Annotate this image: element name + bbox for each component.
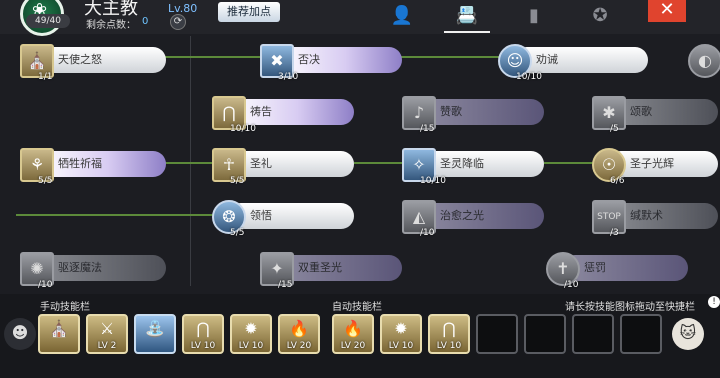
slot-icon: 🔥 (343, 319, 363, 338)
skill-name: 治愈之光 (418, 203, 544, 229)
slot-icon: ⛲ (145, 319, 165, 338)
drag-hint: 请长按技能图标拖动至快捷栏 (565, 302, 695, 313)
skill-count: /15 (420, 124, 435, 134)
avatar-face-icon[interactable]: ☻ (4, 318, 36, 350)
skill-bar-panel: 手动技能栏 自动技能栏 请长按技能图标拖动至快捷栏 ! ☻ ⛪ ⚔ LV 2 ⛲ … (0, 294, 720, 378)
skill-name: 赞歌 (418, 99, 544, 125)
skill-name: 祷告 (228, 99, 354, 125)
recommend-points-button[interactable]: 推荐加点 (218, 2, 280, 22)
connector-line (354, 162, 406, 164)
skill-count: /10 (38, 280, 53, 290)
skill-count: /3 (610, 228, 619, 238)
slot-level: LV 10 (190, 341, 216, 351)
refresh-icon[interactable]: ⟳ (170, 14, 186, 30)
info-icon[interactable]: ! (708, 296, 720, 308)
auto-slot[interactable]: ✹ LV 10 (380, 314, 422, 354)
slot-level: LV 2 (97, 341, 117, 351)
slot-icon: ✹ (394, 319, 408, 338)
skill-name: 否决 (276, 47, 402, 73)
stop-icon: STOP (592, 200, 626, 234)
active-tab-underline (444, 31, 490, 33)
empty-auto-slot[interactable] (476, 314, 518, 354)
empty-auto-slot[interactable] (620, 314, 662, 354)
manual-slot[interactable]: ⋂ LV 10 (182, 314, 224, 354)
slot-level: LV 10 (436, 341, 462, 351)
manual-slot[interactable]: ⛪ (38, 314, 80, 354)
slot-icon: ⛪ (49, 319, 69, 338)
contact-book-icon[interactable]: 📇 (449, 2, 485, 30)
connector-line (544, 162, 598, 164)
empty-auto-slot[interactable] (572, 314, 614, 354)
connector-line (164, 162, 214, 164)
skill-count: /10 (564, 280, 579, 290)
skill-name: 双重圣光 (276, 255, 402, 281)
skill-count: 1/1 (38, 72, 53, 82)
top-bar: ❀ 49/40 大主教 剩余点数： 0 Lv.80 ⟳ 推荐加点 👤 📇 ▮ ✪… (0, 0, 720, 36)
skill-name: 天使之怒 (36, 47, 166, 73)
skill-count: /10 (420, 228, 435, 238)
person-gear-icon[interactable]: 👤 (384, 2, 420, 30)
skill-name: 圣礼 (228, 151, 354, 177)
skill-name: 驱逐魔法 (36, 255, 166, 281)
skill-points-pill: 49/40 (26, 14, 70, 28)
skill-count: 10/10 (516, 72, 542, 82)
skill-icon: ✱ (592, 96, 626, 130)
skill-name: 惩罚 (562, 255, 688, 281)
auto-slot[interactable]: 🔥 LV 20 (332, 314, 374, 354)
crest-icon[interactable]: ✪ (582, 2, 618, 30)
skill-count: 10/10 (230, 124, 256, 134)
skill-count: 6/6 (610, 176, 625, 186)
slot-icon: ⋂ (442, 319, 456, 338)
skill-count: /15 (278, 280, 293, 290)
skill-icon: ◐ (688, 44, 720, 78)
skill-name: 劝诫 (514, 47, 648, 73)
tree-divider (190, 36, 191, 286)
slot-level: LV 10 (388, 341, 414, 351)
manual-slot[interactable]: ⛲ (134, 314, 176, 354)
connector-line (16, 214, 214, 216)
skill-count: 5/5 (230, 228, 245, 238)
slot-level: LV 10 (238, 341, 264, 351)
skill-name: 领悟 (228, 203, 354, 229)
auto-slot[interactable]: ⋂ LV 10 (428, 314, 470, 354)
skill-count: /5 (610, 124, 619, 134)
slot-icon: 🔥 (289, 319, 309, 338)
slot-icon: ⚔ (99, 319, 115, 338)
skill-name: 牺牲祈福 (36, 151, 166, 177)
connector-line (400, 56, 500, 58)
skill-count: 5/5 (230, 176, 245, 186)
manual-slot[interactable]: ⚔ LV 2 (86, 314, 128, 354)
slot-level: LV 20 (340, 341, 366, 351)
skill-count: 3/10 (278, 72, 299, 82)
manual-slot[interactable]: ✹ LV 10 (230, 314, 272, 354)
skill-count: 5/5 (38, 176, 53, 186)
connector-line (164, 56, 264, 58)
empty-auto-slot[interactable] (524, 314, 566, 354)
level-label: Lv.80 (168, 2, 198, 15)
manual-slot[interactable]: 🔥 LV 20 (278, 314, 320, 354)
slot-level: LV 20 (286, 341, 312, 351)
cat-avatar-icon[interactable]: 🐱 (672, 318, 704, 350)
skill-tree: 天使之怒 ⛪ 1/1 否决 ✖ 3/10 劝诫 ☺ 10/10 ◐ 祷告 ⋂ 1… (0, 36, 720, 292)
remaining-points-value: 0 (142, 16, 149, 27)
book-icon[interactable]: ▮ (516, 2, 552, 30)
auto-bar-label: 自动技能栏 (332, 302, 382, 313)
manual-bar-label: 手动技能栏 (40, 302, 90, 313)
slot-icon: ✹ (244, 319, 258, 338)
slot-icon: ⋂ (196, 319, 210, 338)
remaining-points-label: 剩余点数： (86, 20, 136, 31)
skill-count: 10/10 (420, 176, 446, 186)
close-button[interactable]: ✕ (648, 0, 686, 22)
skill-name: 圣灵降临 (418, 151, 544, 177)
